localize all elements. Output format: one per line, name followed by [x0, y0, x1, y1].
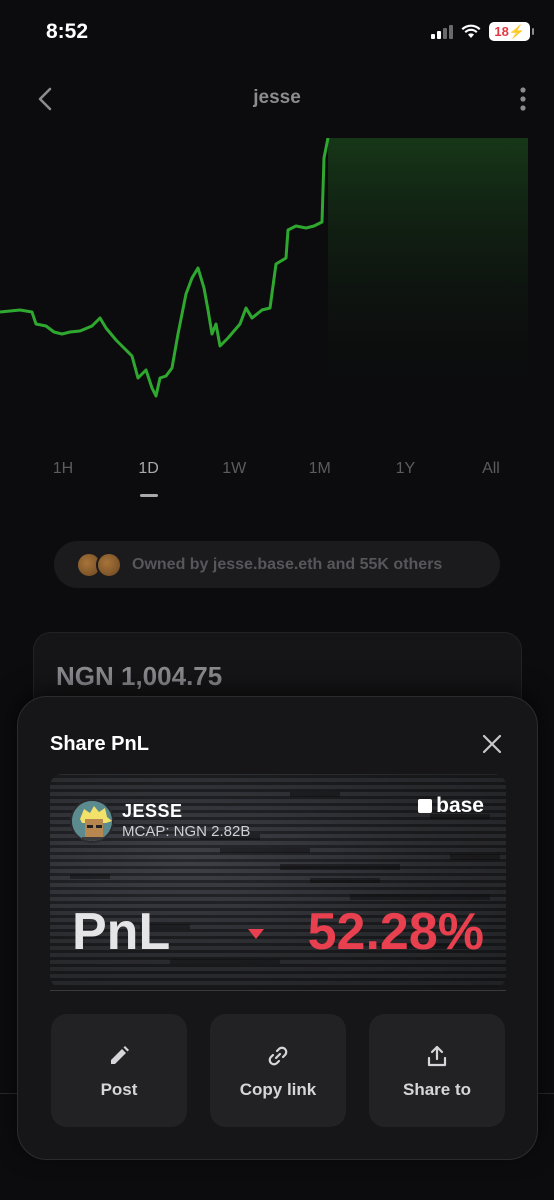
down-triangle-icon — [248, 929, 264, 939]
status-icons: 18⚡ — [431, 22, 534, 41]
pnl-value: 52.28% — [307, 903, 484, 961]
owners-text: Owned by jesse.base.eth and 55K others — [132, 555, 443, 573]
sheet-title: Share PnL — [50, 733, 149, 755]
pnl-label: PnL — [72, 903, 171, 961]
battery-level: 18 — [494, 24, 509, 39]
range-tab-1y[interactable]: 1Y — [384, 460, 426, 478]
signal-icon — [431, 24, 454, 39]
pnl-card: JESSE MCAP: NGN 2.82B base PnL 52.28% — [50, 774, 506, 988]
owner-avatar — [96, 551, 122, 578]
copy-link-button-label: Copy link — [239, 1080, 317, 1099]
more-vertical-icon[interactable] — [518, 86, 528, 112]
status-time: 8:52 — [46, 20, 89, 43]
card-divider — [50, 990, 506, 991]
close-icon[interactable] — [481, 733, 503, 755]
token-avatar — [70, 799, 114, 843]
price-value: NGN 1,004.75 — [56, 661, 223, 691]
base-logo: base — [418, 794, 484, 818]
link-icon — [268, 1046, 288, 1066]
time-range-selector: 1H 1D 1W 1M 1Y All — [20, 460, 534, 497]
price-chart[interactable] — [0, 138, 554, 408]
chart-price-line — [0, 138, 330, 398]
range-tab-1m[interactable]: 1M — [299, 460, 341, 478]
pencil-icon — [111, 1046, 129, 1064]
post-button[interactable]: Post — [51, 1014, 187, 1127]
base-square-icon — [418, 799, 433, 813]
battery-icon: 18⚡ — [489, 22, 534, 41]
share-pnl-sheet: Share PnL JESSE MCAP: NGN 2.82B base PnL… — [17, 696, 538, 1160]
nav-bar: jesse — [0, 76, 554, 122]
base-logo-text: base — [436, 794, 484, 817]
owners-pill[interactable]: Owned by jesse.base.eth and 55K others — [54, 541, 500, 588]
page-title: jesse — [253, 87, 301, 108]
range-tab-1w[interactable]: 1W — [213, 460, 255, 478]
token-name: JESSE — [122, 801, 183, 821]
range-tab-1d[interactable]: 1D — [128, 460, 170, 497]
share-to-button-label: Share to — [402, 1080, 472, 1099]
range-tab-all[interactable]: All — [470, 460, 512, 478]
wifi-icon — [461, 24, 481, 38]
chart-future-area — [328, 138, 528, 408]
token-mcap: MCAP: NGN 2.82B — [122, 823, 251, 840]
range-tab-1h[interactable]: 1H — [42, 460, 84, 478]
post-button-label: Post — [100, 1080, 138, 1099]
share-actions: Post Copy link Share to — [51, 1014, 505, 1127]
share-icon — [427, 1045, 447, 1067]
status-bar: 8:52 18⚡ — [0, 0, 554, 66]
copy-link-button[interactable]: Copy link — [210, 1014, 346, 1127]
share-to-button[interactable]: Share to — [369, 1014, 505, 1127]
owner-avatars — [76, 551, 126, 578]
